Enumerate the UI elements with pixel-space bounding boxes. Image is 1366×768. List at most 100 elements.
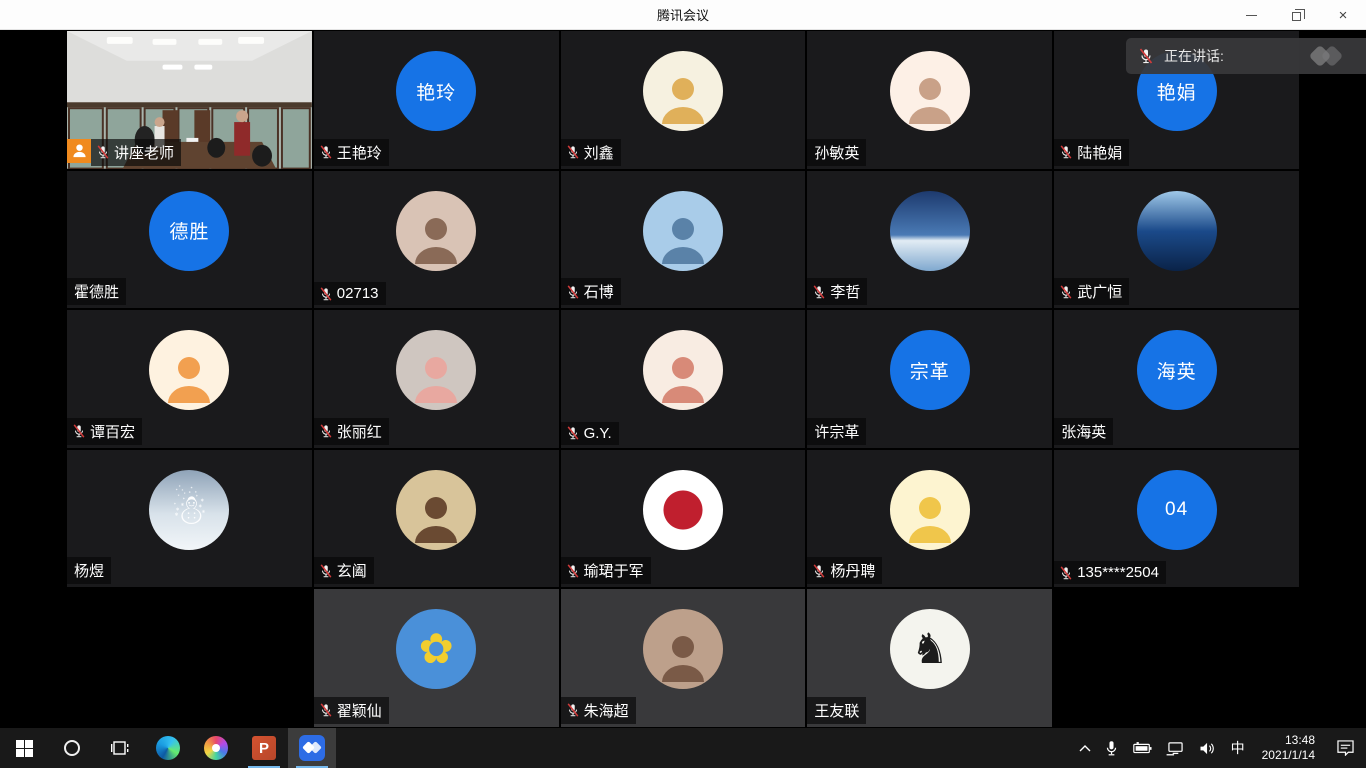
participant-name-label: 张海英: [1054, 418, 1113, 445]
participant-tile[interactable]: 石博: [561, 171, 806, 309]
participant-tile[interactable]: 04 135****2504: [1054, 450, 1299, 588]
hidden-icons-button[interactable]: [1072, 728, 1098, 768]
muted-mic-icon: [566, 426, 580, 440]
participant-name-label: 玄阖: [314, 557, 374, 584]
avatar-text: 海英: [1157, 357, 1197, 384]
participant-name-label: 朱海超: [561, 697, 636, 724]
participant-tile[interactable]: ✿ 翟颖仙: [314, 589, 559, 727]
participant-name: 霍德胜: [74, 281, 119, 302]
powerpoint-button[interactable]: P: [240, 728, 288, 768]
participant-name-row: 翟颖仙: [314, 697, 389, 724]
powerpoint-icon: P: [252, 736, 276, 760]
muted-mic-icon: [1138, 48, 1154, 64]
participant-tile[interactable]: 武广恒: [1054, 171, 1299, 309]
avatar-glyph: ✿: [419, 628, 454, 670]
participant-tile[interactable]: 02713: [314, 171, 559, 309]
participant-name-row: 刘鑫: [561, 139, 621, 166]
participant-tile[interactable]: 李哲: [807, 171, 1052, 309]
participant-name-row: 讲座老师: [67, 139, 181, 166]
host-member-icon: [72, 143, 87, 158]
restore-button[interactable]: [1274, 0, 1320, 30]
participant-name-row: 玄阖: [314, 557, 374, 584]
participant-tile[interactable]: 朱海超: [561, 589, 806, 727]
participant-tile[interactable]: 张丽红: [314, 310, 559, 448]
participant-tile[interactable]: ♞ 王友联: [807, 589, 1052, 727]
speaker-icon: [1199, 741, 1217, 756]
muted-mic-icon: [96, 145, 110, 159]
participant-tile[interactable]: 谭百宏: [67, 310, 312, 448]
avatar-text: 艳娟: [1157, 78, 1197, 105]
tencent-meeting-button[interactable]: [288, 728, 336, 768]
window-controls: ×: [1228, 0, 1366, 30]
avatar-photo: ♞: [890, 609, 970, 689]
muted-mic-icon: [566, 564, 580, 578]
participant-name-row: 瑜珺于军: [561, 557, 651, 584]
person-silhouette-icon: [904, 72, 956, 124]
avatar-text: 德胜: [169, 217, 209, 244]
participant-name-row: 孙敏英: [807, 139, 866, 166]
clock-date: 2021/1/14: [1262, 748, 1315, 763]
avatar-text: 艳玲: [416, 78, 456, 105]
participant-tile[interactable]: 讲座老师: [67, 31, 312, 169]
avatar-text: 宗革: [910, 357, 950, 384]
muted-mic-icon: [566, 703, 580, 717]
task-view-button[interactable]: [96, 728, 144, 768]
muted-mic-icon: [319, 703, 333, 717]
participant-name-row: 王友联: [807, 697, 866, 724]
participant-tile[interactable]: 德胜霍德胜: [67, 171, 312, 309]
cortana-button[interactable]: [48, 728, 96, 768]
participant-tile[interactable]: 刘鑫: [561, 31, 806, 169]
participant-tile[interactable]: G.Y.: [561, 310, 806, 448]
participant-name: 陆艳娟: [1077, 142, 1122, 163]
chrome-browser-button[interactable]: [192, 728, 240, 768]
tray-microphone-button[interactable]: [1098, 728, 1125, 768]
participant-name-label: 陆艳娟: [1054, 139, 1129, 166]
participant-name: 张丽红: [337, 421, 382, 442]
muted-mic-icon: [812, 285, 826, 299]
participant-name: 王艳玲: [337, 142, 382, 163]
participant-name: 孙敏英: [814, 142, 859, 163]
participant-name-row: 武广恒: [1054, 278, 1129, 305]
participant-tile[interactable]: ☃杨煜: [67, 450, 312, 588]
participant-tile[interactable]: 玄阖: [314, 450, 559, 588]
muted-mic-icon: [319, 145, 333, 159]
participant-name-label: 谭百宏: [67, 418, 142, 445]
participant-name-label: 02713: [314, 282, 386, 305]
participant-tile[interactable]: 艳玲 王艳玲: [314, 31, 559, 169]
avatar-initials: 海英: [1137, 330, 1217, 410]
tray-volume-button[interactable]: [1192, 728, 1224, 768]
avatar-photo: [643, 330, 723, 410]
start-button[interactable]: [0, 728, 48, 768]
input-language-indicator[interactable]: 中: [1224, 728, 1252, 768]
avatar-photo: [643, 609, 723, 689]
person-silhouette-icon: [410, 491, 462, 543]
participant-name: 玄阖: [337, 560, 367, 581]
participant-name-row: 02713: [314, 282, 386, 305]
taskbar-clock[interactable]: 13:48 2021/1/14: [1252, 728, 1325, 768]
participant-tile[interactable]: 宗革许宗革: [807, 310, 1052, 448]
muted-mic-icon: [1059, 145, 1073, 159]
minimize-button[interactable]: [1228, 0, 1274, 30]
avatar-photo: [396, 191, 476, 271]
participant-name-row: 石博: [561, 278, 621, 305]
participant-name: 杨丹聘: [830, 560, 875, 581]
participant-name: 02713: [337, 285, 379, 302]
participant-name-row: 陆艳娟: [1054, 139, 1129, 166]
edge-browser-button[interactable]: [144, 728, 192, 768]
tray-battery-button[interactable]: [1125, 728, 1159, 768]
person-silhouette-icon: [657, 72, 709, 124]
participant-name-row: 李哲: [807, 278, 867, 305]
restore-icon: [1292, 12, 1301, 21]
participant-grid: 讲座老师 艳玲 王艳玲 刘鑫 孙敏英 艳娟 陆艳娟德胜霍德胜 02713 石博 李哲…: [66, 30, 1300, 728]
close-icon: ×: [1339, 8, 1348, 23]
action-center-button[interactable]: [1325, 728, 1366, 768]
participant-name-row: 许宗革: [807, 418, 866, 445]
participant-tile[interactable]: 海英张海英: [1054, 310, 1299, 448]
muted-mic-icon: [319, 424, 333, 438]
participant-tile[interactable]: 杨丹聘: [807, 450, 1052, 588]
microphone-icon: [1105, 740, 1118, 757]
participant-tile[interactable]: 孙敏英: [807, 31, 1052, 169]
tray-network-button[interactable]: [1159, 728, 1192, 768]
participant-tile[interactable]: 瑜珺于军: [561, 450, 806, 588]
close-button[interactable]: ×: [1320, 0, 1366, 30]
